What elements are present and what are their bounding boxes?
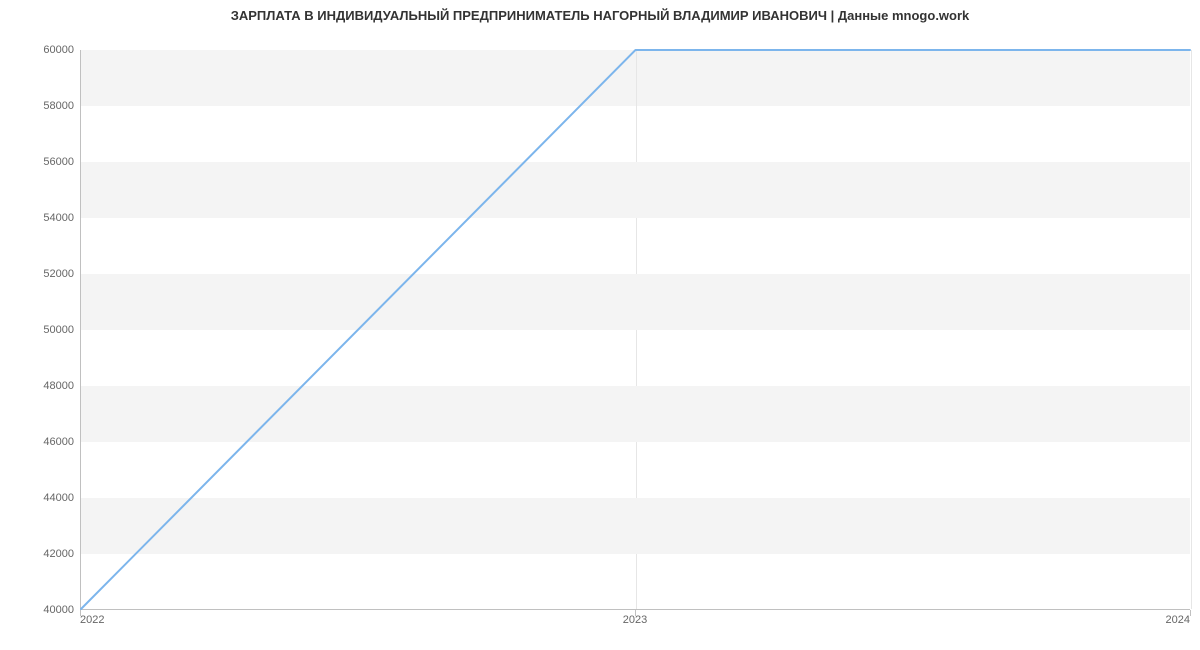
y-tick-label: 42000 xyxy=(43,548,74,560)
y-tick-label: 60000 xyxy=(43,44,74,56)
line-layer xyxy=(81,50,1190,609)
chart-title: ЗАРПЛАТА В ИНДИВИДУАЛЬНЫЙ ПРЕДПРИНИМАТЕЛ… xyxy=(0,8,1200,23)
y-tick-label: 56000 xyxy=(43,156,74,168)
x-gridline xyxy=(1191,50,1192,609)
y-tick-label: 40000 xyxy=(43,604,74,616)
series-line xyxy=(81,50,1190,609)
y-tick-label: 54000 xyxy=(43,212,74,224)
x-tick-label: 2022 xyxy=(80,614,104,626)
plot-area xyxy=(80,50,1190,610)
y-tick-label: 52000 xyxy=(43,268,74,280)
y-tick-label: 50000 xyxy=(43,324,74,336)
y-tick-label: 48000 xyxy=(43,380,74,392)
y-tick-label: 58000 xyxy=(43,100,74,112)
x-tick-label: 2024 xyxy=(1166,614,1190,626)
y-tick-label: 46000 xyxy=(43,436,74,448)
chart-container: ЗАРПЛАТА В ИНДИВИДУАЛЬНЫЙ ПРЕДПРИНИМАТЕЛ… xyxy=(0,0,1200,650)
y-tick-label: 44000 xyxy=(43,492,74,504)
x-tick-mark xyxy=(1190,610,1191,616)
x-tick-label: 2023 xyxy=(623,614,647,626)
